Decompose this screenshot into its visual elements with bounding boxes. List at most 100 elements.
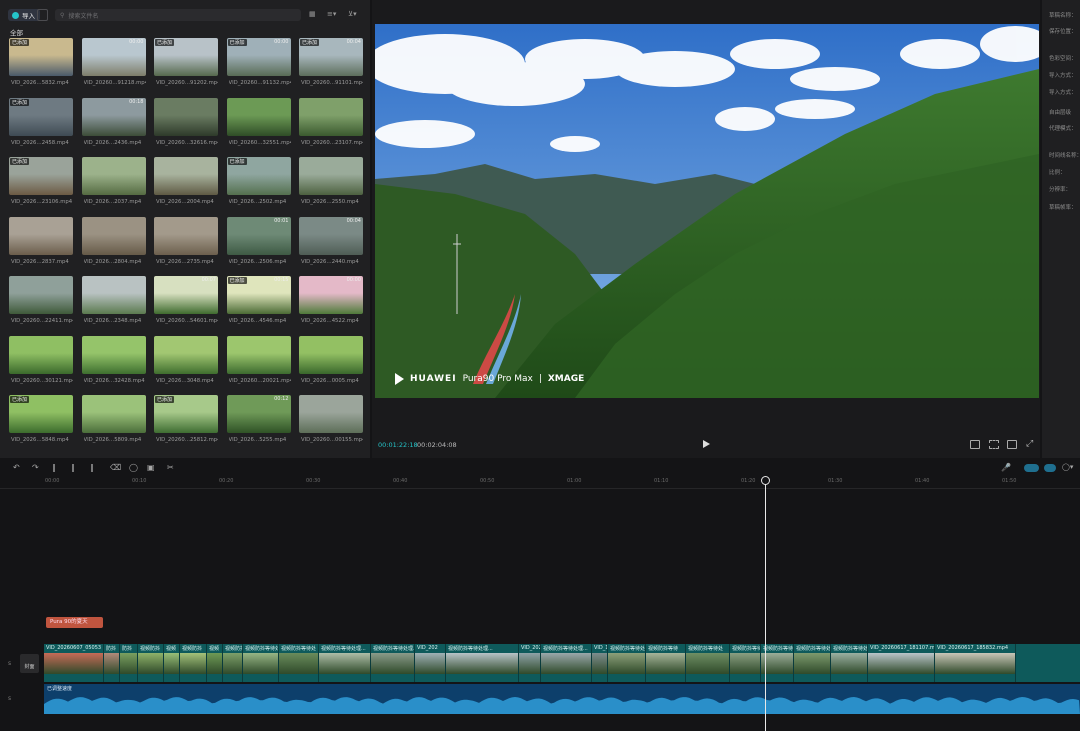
media-item[interactable]: VID_2026…2735.mp4 xyxy=(154,216,218,271)
video-clip[interactable]: VID_202 xyxy=(519,644,541,682)
video-clip[interactable]: VID_202 xyxy=(415,644,446,682)
media-item[interactable]: 已添加 00:15 VID_2026…4546.mp4 xyxy=(226,276,291,330)
media-item[interactable]: 已添加 VID_2026…2502.mp4 xyxy=(226,157,291,211)
fullscreen-icon[interactable]: ⤢ xyxy=(1026,439,1033,449)
video-clip[interactable]: 视频防抖等待处 xyxy=(608,644,646,682)
video-clip[interactable]: 视频防抖 xyxy=(180,644,207,682)
video-clip[interactable]: 视频防抖等待处理... xyxy=(319,644,371,682)
undo-icon[interactable]: ↶ xyxy=(13,463,20,472)
video-clip[interactable]: 视频防抖等待处 xyxy=(243,644,279,682)
view-mode-icon[interactable]: ▦ xyxy=(309,10,316,18)
media-item[interactable]: 00:00 VID_20260…91218.mp4 xyxy=(81,38,146,92)
media-item[interactable]: 00:12 VID_2026…5255.mp4 xyxy=(226,395,291,449)
delete-icon[interactable]: ⌫ xyxy=(110,463,121,472)
all-filter-label[interactable]: 全部 xyxy=(10,27,23,37)
video-clip[interactable]: 视频防抖等待 xyxy=(646,644,686,682)
redo-icon[interactable]: ↷ xyxy=(32,463,39,472)
crop-icon[interactable] xyxy=(989,440,999,449)
video-clip[interactable]: VID_20260617_185832.mp4 xyxy=(935,644,1016,682)
media-item[interactable]: 已添加 VID_20260…91202.mp4 xyxy=(154,38,218,92)
media-item[interactable]: 已添加 VID_20260…25812.mp4 xyxy=(154,395,218,449)
grid-view-icon[interactable] xyxy=(37,9,48,21)
mark-icon[interactable]: ◯ xyxy=(129,463,138,472)
freeze-icon[interactable]: ▣ xyxy=(147,463,155,472)
sort-icon[interactable]: ≡▾ xyxy=(327,10,336,18)
media-item[interactable]: 00:18 VID_2026…2436.mp4 xyxy=(81,97,146,152)
video-clip[interactable]: 视频防抖 xyxy=(138,644,164,682)
media-item[interactable]: 00:00 VID_2026…4522.mp4 xyxy=(299,276,363,330)
media-item[interactable]: VID_2026…2837.mp4 xyxy=(9,216,73,271)
text-clip[interactable]: Pura 90的夏天 xyxy=(46,617,103,628)
media-item[interactable]: VID_20260…23107.mp4 xyxy=(299,97,363,152)
split-icon[interactable]: ‖ xyxy=(52,463,56,472)
split-left-icon[interactable]: ‖ xyxy=(71,463,75,472)
mic-icon[interactable]: 🎤 xyxy=(1001,463,1011,472)
media-item[interactable]: VID_20260…00155.mp4 xyxy=(299,395,363,449)
media-item[interactable]: 已添加 VID_2026…2458.mp4 xyxy=(9,97,73,152)
cover-button[interactable]: 封面 xyxy=(20,654,39,673)
media-thumbnail xyxy=(81,395,146,433)
duration-label: 00:00 xyxy=(346,277,361,283)
media-item[interactable]: 00:07 VID_20260…54601.mp4 xyxy=(154,276,218,330)
media-item[interactable]: VID_2026…5809.mp4 xyxy=(81,395,146,449)
media-item[interactable]: VID_20260…32551.mp4 xyxy=(226,97,291,152)
media-item[interactable]: 已添加 00:04 VID_20260…91101.mp4 xyxy=(299,38,363,92)
media-filename: VID_2026…2837.mp4 xyxy=(11,258,69,265)
video-clip[interactable]: 视频 xyxy=(164,644,180,682)
media-item[interactable]: VID_2026…2348.mp4 xyxy=(81,276,146,330)
playhead[interactable] xyxy=(765,478,766,731)
video-clip[interactable]: VID_20260617_181107.mp xyxy=(868,644,935,682)
media-item[interactable]: VID_2026…32428.mp4 xyxy=(81,335,146,390)
video-clip[interactable]: 视频防抖 xyxy=(223,644,243,682)
play-icon[interactable] xyxy=(703,440,710,448)
video-clip[interactable]: 视频防抖等待处 xyxy=(730,644,761,682)
video-clip[interactable]: 视频防抖等待处 xyxy=(831,644,868,682)
video-clip[interactable]: 视频防抖等待处理... xyxy=(371,644,415,682)
media-item[interactable]: VID_2026…0005.mp4 xyxy=(299,335,363,390)
video-clip[interactable]: VID_1 xyxy=(592,644,608,682)
video-clip[interactable]: 防抖 xyxy=(104,644,120,682)
time-ruler[interactable]: 00:00 00:10 00:20 00:30 00:40 00:50 01:00 01:10… xyxy=(0,476,1080,489)
added-badge: 已添加 xyxy=(10,158,30,165)
media-item[interactable]: 已添加 VID_2026…23106.mp4 xyxy=(9,157,73,211)
smart-cut-icon[interactable]: ✂ xyxy=(167,463,174,472)
media-item[interactable]: VID_2026…2037.mp4 xyxy=(81,157,146,211)
added-badge: 已添加 xyxy=(227,158,247,165)
media-item[interactable]: VID_2026…3048.mp4 xyxy=(154,335,218,390)
quality-icon[interactable] xyxy=(970,440,980,449)
media-item[interactable]: 00:01 VID_2026…2506.mp4 xyxy=(226,216,291,271)
video-clip-label: 视频防抖 xyxy=(225,646,242,652)
media-item[interactable]: 已添加 VID_2026…5832.mp4 xyxy=(9,38,73,92)
playhead-handle[interactable] xyxy=(761,476,770,485)
media-item[interactable]: VID_20260…22411.mp4 xyxy=(9,276,73,330)
media-item[interactable]: VID_20260…32616.mp4 xyxy=(154,97,218,152)
video-clip[interactable]: 视频 xyxy=(207,644,223,682)
magnet-toggle[interactable] xyxy=(1044,464,1056,472)
media-item[interactable]: VID_20260…30121.mp4 xyxy=(9,335,73,390)
media-item[interactable]: 00:04 VID_2026…2440.mp4 xyxy=(299,216,363,271)
video-clip[interactable]: 视频防抖等待处理... xyxy=(541,644,592,682)
audio-track[interactable]: 已调整速度 xyxy=(44,684,1080,714)
import-button[interactable]: 导入 xyxy=(8,9,40,21)
media-item[interactable]: VID_2026…2804.mp4 xyxy=(81,216,146,271)
link-toggle[interactable] xyxy=(1024,464,1039,472)
media-item[interactable]: VID_2026…2550.mp4 xyxy=(299,157,363,211)
filter-icon[interactable]: ⊻▾ xyxy=(348,10,357,18)
media-item[interactable]: 已添加 00:00 VID_20260…91132.mp4 xyxy=(226,38,291,92)
ratio-icon[interactable] xyxy=(1007,440,1017,449)
media-item[interactable]: VID_2026…2004.mp4 xyxy=(154,157,218,211)
video-clip[interactable]: 视频防抖等待处 xyxy=(794,644,831,682)
video-clip[interactable]: 视频防抖等待处 xyxy=(279,644,319,682)
media-item[interactable]: VID_20260…20021.mp4 xyxy=(226,335,291,390)
zoom-icon[interactable]: ◯▾ xyxy=(1062,463,1073,471)
video-clip[interactable]: VID_20260607_05053 xyxy=(44,644,104,682)
video-clip[interactable]: 防抖 xyxy=(120,644,138,682)
video-track[interactable]: VID_20260607_05053防抖防抖视频防抖视频视频防抖视频视频防抖视频… xyxy=(44,644,1080,682)
added-badge: 已添加 xyxy=(10,396,30,403)
search-input[interactable]: ⚲ 搜索文件名 xyxy=(55,9,301,21)
media-item[interactable]: 已添加 VID_2026…5848.mp4 xyxy=(9,395,73,449)
video-clip[interactable]: 视频防抖等待处理... xyxy=(446,644,519,682)
video-preview[interactable]: HUAWEI Pura90 Pro Max | XMAGE xyxy=(375,24,1039,398)
split-right-icon[interactable]: ‖ xyxy=(90,463,94,472)
video-clip[interactable]: 视频防抖等待处 xyxy=(686,644,730,682)
